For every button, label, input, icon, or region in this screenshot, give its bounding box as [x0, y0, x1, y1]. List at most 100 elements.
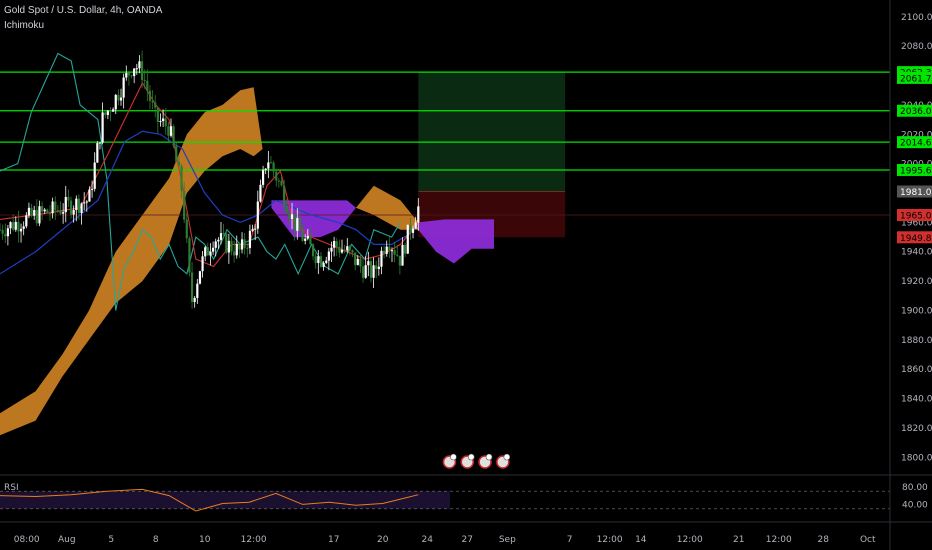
- y-tick-label: 1860.000: [901, 365, 932, 375]
- candle-body: [85, 201, 88, 203]
- candle-body: [72, 210, 75, 215]
- candle-body: [283, 185, 286, 207]
- kumo-bear: [418, 219, 494, 264]
- candle-body: [148, 90, 152, 101]
- x-tick-label: 28: [818, 535, 830, 545]
- candle-body: [43, 209, 46, 212]
- candle-body: [364, 265, 367, 278]
- candle-body: [156, 107, 159, 122]
- candle-body: [125, 73, 128, 78]
- candle-body: [38, 206, 41, 224]
- x-tick-label: 8: [153, 535, 159, 545]
- x-tick-label: 12:00: [766, 535, 792, 545]
- candle-body: [172, 126, 175, 146]
- candlestick-chart[interactable]: RSI80.0040.00 2100.0002080.0002060.00020…: [0, 0, 932, 550]
- candle-body: [133, 68, 136, 77]
- candle-body: [130, 75, 133, 77]
- candle-body: [243, 239, 246, 248]
- candle-body: [119, 97, 123, 101]
- y-tick-label: 1880.000: [901, 336, 932, 346]
- candle-body: [30, 207, 33, 216]
- price-tag-label: 2061.711: [900, 74, 932, 84]
- candle-body: [211, 247, 215, 252]
- candle-body: [219, 233, 223, 240]
- candle-body: [46, 209, 49, 214]
- x-tick-label: 17: [328, 535, 339, 545]
- candle-body: [301, 231, 304, 241]
- candle-body: [83, 202, 86, 204]
- candle-body: [404, 244, 407, 254]
- price-tag: 1995.692: [897, 163, 932, 176]
- price-tag: 1981.021: [897, 185, 932, 198]
- candle-body: [196, 283, 199, 298]
- x-tick-label: 5: [108, 535, 114, 545]
- x-tick-label: 12:00: [241, 535, 267, 545]
- candle-body: [151, 100, 154, 103]
- y-tick-label: 1920.000: [901, 277, 932, 287]
- candle-body: [198, 271, 202, 284]
- candle-body: [96, 143, 99, 163]
- rsi-pane: RSI 80.00 40.00: [0, 474, 932, 512]
- price-tag: 1949.845: [897, 231, 932, 244]
- candle-body: [112, 109, 115, 112]
- candle-body: [69, 200, 73, 215]
- candle-body: [251, 229, 254, 231]
- x-tick-label: Sep: [499, 535, 516, 545]
- candle-body: [417, 206, 420, 223]
- candle-body: [154, 102, 157, 108]
- candle-body: [248, 230, 252, 248]
- rsi-tick-label: 40.00: [902, 500, 928, 510]
- price-tag-label: 1965.026: [900, 211, 932, 221]
- candle-body: [177, 161, 180, 166]
- candle-body: [354, 252, 357, 266]
- candle-body: [19, 228, 23, 232]
- candle-body: [280, 180, 283, 186]
- candle-body: [406, 224, 409, 254]
- candle-body: [235, 243, 238, 256]
- x-tick-label: 20: [377, 535, 389, 545]
- y-tick-label: 2100.000: [901, 13, 932, 23]
- candle-body: [143, 80, 146, 82]
- candle-body: [98, 142, 102, 144]
- candle-body: [296, 218, 299, 231]
- y-tick-label: 2080.000: [901, 42, 932, 52]
- candle-body: [285, 206, 288, 214]
- candle-body: [411, 228, 415, 233]
- candle-body: [4, 233, 7, 237]
- candle-body: [327, 251, 330, 261]
- candle-body: [335, 241, 338, 247]
- candle-body: [277, 180, 280, 182]
- candle-body: [22, 226, 25, 229]
- rsi-label: RSI: [4, 483, 19, 493]
- candle-body: [188, 238, 191, 273]
- candle-body: [390, 250, 394, 252]
- candle-body: [56, 210, 59, 212]
- x-tick-label: 27: [462, 535, 473, 545]
- candle-body: [382, 250, 386, 254]
- candle-body: [369, 261, 373, 278]
- candle-body: [269, 162, 273, 164]
- candle-body: [233, 251, 236, 256]
- candle-body: [175, 145, 178, 162]
- candle-body: [51, 201, 54, 214]
- candle-body: [214, 241, 217, 248]
- candle-body: [193, 297, 196, 302]
- candle-body: [361, 266, 365, 278]
- candle-body: [348, 246, 351, 251]
- candle-body: [359, 258, 362, 267]
- candle-body: [62, 212, 65, 214]
- candle-body: [88, 189, 91, 202]
- candle-body: [393, 250, 396, 255]
- candle-body: [222, 233, 225, 235]
- candle-body: [135, 68, 138, 70]
- candle-body: [159, 121, 162, 123]
- candle-body: [12, 222, 15, 230]
- candle-body: [27, 207, 31, 216]
- candle-body: [217, 239, 220, 242]
- candle-body: [54, 201, 57, 211]
- candle-body: [140, 61, 144, 81]
- kumo-bull: [356, 185, 419, 230]
- candle-body: [106, 110, 109, 115]
- candle-body: [1, 229, 4, 234]
- candle-body: [351, 250, 354, 253]
